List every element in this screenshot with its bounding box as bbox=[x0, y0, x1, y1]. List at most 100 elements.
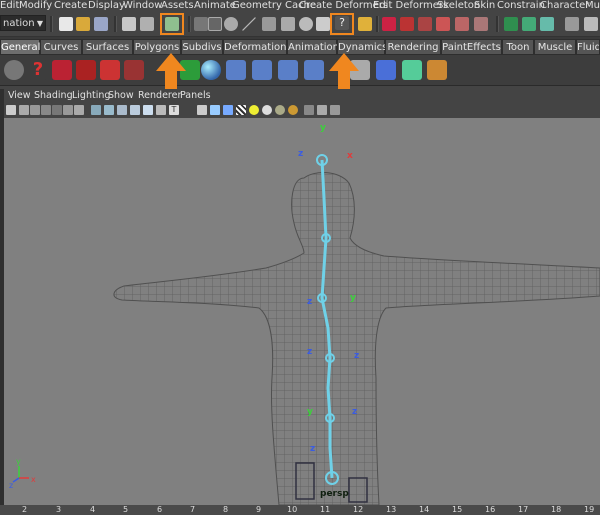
construction-icon[interactable] bbox=[540, 17, 554, 31]
wireframe-on-shaded-icon[interactable] bbox=[223, 105, 233, 115]
menu-character[interactable]: Character bbox=[540, 0, 589, 12]
xray-icon[interactable] bbox=[317, 105, 327, 115]
select-handle-icon[interactable] bbox=[224, 17, 238, 31]
particles-icon[interactable] bbox=[100, 60, 120, 80]
image-plane-icon[interactable] bbox=[41, 105, 51, 115]
viewport-menu-show[interactable]: Show bbox=[108, 89, 134, 102]
time-slider[interactable]: 2 3 4 5 6 7 8 9 10 11 12 13 14 15 16 17 … bbox=[0, 505, 600, 515]
ruler-tick: 16 bbox=[485, 505, 496, 514]
viewport-menu-renderer[interactable]: Renderer bbox=[138, 89, 181, 102]
menu-display[interactable]: Display bbox=[88, 0, 125, 12]
select-joint-icon[interactable] bbox=[242, 17, 256, 31]
menu-animate[interactable]: Animate bbox=[194, 0, 236, 12]
ik-handle-icon[interactable] bbox=[278, 60, 298, 80]
open-scene-icon[interactable] bbox=[76, 17, 90, 31]
save-scene-icon[interactable] bbox=[94, 17, 108, 31]
menu-assets[interactable]: Assets bbox=[161, 0, 194, 12]
mask-icon[interactable] bbox=[194, 17, 208, 31]
select-camera-icon[interactable] bbox=[6, 105, 16, 115]
high-quality-icon[interactable] bbox=[288, 105, 298, 115]
bookmark-icon[interactable] bbox=[30, 105, 40, 115]
select-surface-icon[interactable] bbox=[281, 17, 295, 31]
hierarchy-icon[interactable] bbox=[252, 60, 272, 80]
perspective-viewport[interactable]: x z y z y z z y z z y x z persp bbox=[4, 118, 600, 505]
shelf: ? bbox=[0, 55, 600, 86]
menu-skin[interactable]: Skin bbox=[474, 0, 495, 12]
menu-constrain[interactable]: Constrain bbox=[497, 0, 545, 12]
textured-icon[interactable] bbox=[236, 105, 246, 115]
viewport-menu-shading[interactable]: Shading bbox=[34, 89, 73, 102]
help-icon[interactable]: ? bbox=[335, 16, 349, 30]
isolate-select-icon[interactable] bbox=[304, 105, 314, 115]
snap-plane-icon[interactable] bbox=[436, 17, 450, 31]
ruler-tick: 7 bbox=[190, 505, 196, 514]
menu-muscle[interactable]: Muscle bbox=[585, 0, 600, 12]
default-lighting-icon[interactable] bbox=[249, 105, 259, 115]
menu-edit[interactable]: Edit bbox=[0, 0, 19, 12]
film-gate-icon[interactable] bbox=[91, 105, 101, 115]
ipr-render-icon[interactable] bbox=[584, 17, 598, 31]
rigid-body-icon[interactable] bbox=[52, 60, 72, 80]
fields-icon[interactable] bbox=[124, 60, 144, 80]
select-by-component-icon[interactable] bbox=[165, 17, 179, 31]
all-lights-icon[interactable] bbox=[262, 105, 272, 115]
skeleton-icon[interactable] bbox=[304, 60, 324, 80]
two-d-pan-icon[interactable] bbox=[52, 105, 62, 115]
gizmo-z-label: z bbox=[9, 481, 13, 490]
grid-icon[interactable] bbox=[74, 105, 84, 115]
help-icon[interactable]: ? bbox=[28, 60, 48, 80]
cube-icon[interactable] bbox=[402, 60, 422, 80]
paint-brush-icon[interactable] bbox=[427, 60, 447, 80]
snap-point-icon[interactable] bbox=[418, 17, 432, 31]
menu-create[interactable]: Create bbox=[54, 0, 87, 12]
select-by-hierarchy-icon[interactable] bbox=[122, 17, 136, 31]
tab-fluids[interactable]: Fluids bbox=[576, 39, 600, 55]
joint-chain-icon[interactable] bbox=[226, 60, 246, 80]
camera-attributes-icon[interactable] bbox=[19, 105, 29, 115]
mask-all-icon[interactable] bbox=[208, 17, 222, 31]
mode-selector[interactable]: nation ▼ bbox=[0, 15, 46, 31]
viewport-menu-view[interactable]: View bbox=[8, 89, 31, 102]
tab-muscle[interactable]: Muscle bbox=[534, 39, 576, 55]
tab-subdivs[interactable]: Subdivs bbox=[181, 39, 223, 55]
viewport-menu-lighting[interactable]: Lighting bbox=[72, 89, 110, 102]
safe-title-icon[interactable] bbox=[156, 105, 166, 115]
tab-deformation[interactable]: Deformation bbox=[223, 39, 287, 55]
snap-curve-icon[interactable] bbox=[400, 17, 414, 31]
viewport-menu-panels[interactable]: Panels bbox=[180, 89, 211, 102]
select-curve-icon[interactable] bbox=[262, 17, 276, 31]
select-by-object-icon[interactable] bbox=[140, 17, 154, 31]
history-icon[interactable] bbox=[504, 17, 518, 31]
select-deformation-icon[interactable] bbox=[299, 17, 313, 31]
resolution-gate-icon[interactable] bbox=[104, 105, 114, 115]
tab-curves[interactable]: Curves bbox=[40, 39, 82, 55]
select-dynamic-icon[interactable] bbox=[316, 17, 330, 31]
blend-shape-icon[interactable] bbox=[376, 60, 396, 80]
grease-pencil-icon[interactable] bbox=[63, 105, 73, 115]
gate-mask-icon[interactable] bbox=[117, 105, 127, 115]
snap-magnet-icon[interactable] bbox=[474, 17, 488, 31]
shadows-icon[interactable] bbox=[275, 105, 285, 115]
safe-action-icon[interactable] bbox=[143, 105, 153, 115]
tab-general[interactable]: General bbox=[0, 39, 40, 55]
tab-rendering[interactable]: Rendering bbox=[385, 39, 441, 55]
text-icon[interactable]: T bbox=[169, 105, 179, 115]
lock-icon[interactable] bbox=[358, 17, 372, 31]
tab-toon[interactable]: Toon bbox=[502, 39, 534, 55]
render-icon[interactable] bbox=[565, 17, 579, 31]
menu-modify[interactable]: Modify bbox=[19, 0, 52, 12]
xray-joints-icon[interactable] bbox=[330, 105, 340, 115]
sphere-icon[interactable] bbox=[201, 60, 221, 80]
field-chart-icon[interactable] bbox=[130, 105, 140, 115]
cloth-icon[interactable] bbox=[76, 60, 96, 80]
snap-grid-icon[interactable] bbox=[382, 17, 396, 31]
tab-surfaces[interactable]: Surfaces bbox=[82, 39, 133, 55]
input-icon[interactable] bbox=[522, 17, 536, 31]
snap-live-icon[interactable] bbox=[455, 17, 469, 31]
wireframe-icon[interactable] bbox=[197, 105, 207, 115]
film-reel-icon[interactable] bbox=[4, 60, 24, 80]
tab-painteffects[interactable]: PaintEffects bbox=[441, 39, 502, 55]
new-scene-icon[interactable] bbox=[59, 17, 73, 31]
smooth-shade-icon[interactable] bbox=[210, 105, 220, 115]
menu-window[interactable]: Window bbox=[123, 0, 162, 12]
